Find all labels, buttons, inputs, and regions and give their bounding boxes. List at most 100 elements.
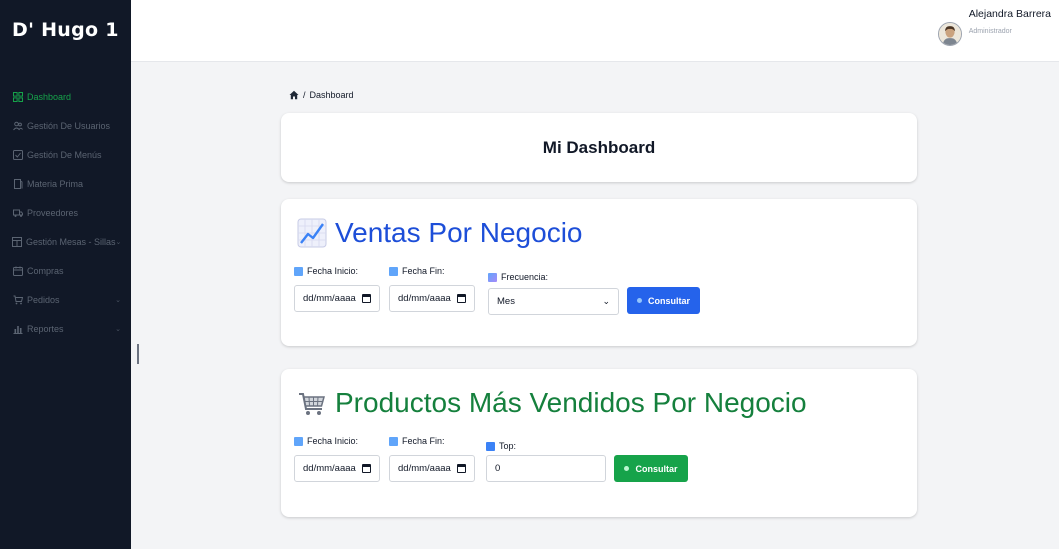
ventas-header: Ventas Por Negocio — [297, 217, 583, 249]
sidebar-item-label: Materia Prima — [27, 178, 84, 189]
sidebar-item-reportes[interactable]: Reportes ⌄ — [0, 314, 131, 343]
ventas-frecuencia-select[interactable]: Mes ⌄ — [488, 288, 619, 315]
sidebar-item-gestion-menus[interactable]: Gestión De Menús — [0, 140, 131, 169]
sidebar-item-label: Proveedores — [27, 207, 79, 218]
productos-top-label-row: Top: — [486, 440, 606, 452]
sidebar-item-dashboard[interactable]: Dashboard — [0, 82, 131, 111]
calendar-icon — [389, 436, 398, 446]
calendar-picker-icon[interactable] — [362, 464, 371, 473]
productos-top-input[interactable]: 0 — [486, 455, 606, 482]
calendar-icon — [12, 265, 23, 276]
calendar-picker-icon[interactable] — [457, 464, 466, 473]
ventas-fecha-fin-label: Fecha Fin: — [402, 266, 445, 276]
user-menu[interactable]: Alejandra Barrera Administrador — [937, 8, 1051, 46]
productos-top-field: Top: 0 — [486, 440, 606, 482]
productos-fecha-inicio-label: Fecha Inicio: — [307, 436, 359, 446]
ventas-card: Ventas Por Negocio Fecha Inicio: dd/mm/a… — [281, 199, 917, 346]
productos-fecha-fin-field: Fecha Fin: dd/mm/aaaa — [389, 435, 475, 482]
sidebar-item-gestion-mesas[interactable]: Gestión Mesas - Sillas ⌄ — [0, 227, 131, 256]
ventas-fecha-inicio-value: dd/mm/aaaa — [303, 293, 356, 304]
ventas-fecha-inicio-label: Fecha Inicio: — [307, 266, 359, 276]
numbers-icon — [486, 441, 495, 451]
chevron-down-icon: ⌄ — [602, 296, 610, 306]
bar-chart-icon — [488, 272, 497, 282]
ventas-consultar-label: Consultar — [647, 295, 690, 306]
box-icon — [12, 178, 23, 189]
sidebar-item-label: Reportes — [27, 323, 64, 334]
ventas-title: Ventas Por Negocio — [335, 217, 583, 248]
chevron-down-icon: ⌄ — [115, 296, 121, 304]
users-icon — [12, 120, 23, 131]
chevron-down-icon: ⌄ — [115, 238, 122, 246]
breadcrumb-current: Dashboard — [309, 90, 354, 100]
grid-icon — [12, 91, 23, 102]
productos-title: Productos Más Vendidos Por Negocio — [335, 387, 807, 418]
user-avatar-icon — [938, 23, 961, 45]
ventas-frecuencia-label-row: Frecuencia: — [488, 271, 619, 283]
dot-icon — [636, 298, 642, 303]
ventas-frecuencia-value: Mes — [497, 296, 515, 307]
productos-consultar-button[interactable]: Consultar — [614, 455, 688, 482]
calendar-picker-icon[interactable] — [362, 294, 371, 303]
breadcrumb-separator: / — [303, 90, 306, 100]
productos-fecha-fin-label: Fecha Fin: — [402, 436, 445, 446]
productos-consultar-label: Consultar — [635, 463, 678, 474]
chart-icon — [12, 323, 23, 334]
calendar-icon — [294, 436, 303, 446]
ventas-frecuencia-label: Frecuencia: — [501, 272, 549, 282]
productos-fecha-inicio-input[interactable]: dd/mm/aaaa — [294, 455, 380, 482]
sidebar-item-label: Compras — [27, 265, 64, 276]
sidebar-item-compras[interactable]: Compras — [0, 256, 131, 285]
dot-icon — [624, 466, 630, 471]
productos-card: Productos Más Vendidos Por Negocio Fecha… — [281, 369, 917, 517]
shopping-cart-icon — [299, 393, 325, 415]
truck-icon — [12, 207, 23, 218]
productos-fecha-inicio-value: dd/mm/aaaa — [303, 463, 356, 474]
productos-header: Productos Más Vendidos Por Negocio — [297, 387, 807, 419]
calendar-picker-icon[interactable] — [457, 294, 466, 303]
sidebar-item-materia-prima[interactable]: Materia Prima — [0, 169, 131, 198]
ventas-frecuencia-field: Frecuencia: Mes ⌄ — [488, 271, 619, 315]
ventas-fecha-inicio-input[interactable]: dd/mm/aaaa — [294, 285, 380, 312]
sidebar-item-label: Dashboard — [27, 91, 72, 102]
productos-fecha-fin-value: dd/mm/aaaa — [398, 463, 451, 474]
breadcrumb: / Dashboard — [289, 90, 354, 100]
ventas-fecha-fin-input[interactable]: dd/mm/aaaa — [389, 285, 475, 312]
productos-fecha-fin-label-row: Fecha Fin: — [389, 435, 475, 447]
sidebar-item-pedidos[interactable]: Pedidos ⌄ — [0, 285, 131, 314]
checkbox-icon — [12, 149, 23, 160]
sidebar-item-label: Pedidos — [27, 294, 60, 305]
chevron-down-icon: ⌄ — [115, 325, 121, 333]
sidebar-item-label: Gestión De Menús — [27, 149, 102, 160]
sidebar-item-gestion-usuarios[interactable]: Gestión De Usuarios — [0, 111, 131, 140]
calendar-icon — [294, 266, 303, 276]
sidebar: D' Hugo 1 Dashboard Gestión De Usuarios … — [0, 0, 131, 549]
ventas-fecha-inicio-field: Fecha Inicio: dd/mm/aaaa — [294, 265, 380, 312]
ventas-fecha-fin-field: Fecha Fin: dd/mm/aaaa — [389, 265, 475, 312]
user-name: Alejandra Barrera — [968, 8, 1051, 20]
sidebar-item-label: Gestión Mesas - Sillas — [26, 236, 116, 247]
chart-increasing-icon — [297, 218, 327, 248]
avatar[interactable] — [937, 22, 962, 46]
page-title: Mi Dashboard — [542, 137, 656, 157]
dashboard-title-card: Mi Dashboard — [281, 113, 917, 182]
ventas-fecha-inicio-label-row: Fecha Inicio: — [294, 265, 380, 277]
sidebar-resize-handle[interactable] — [137, 344, 139, 364]
table-icon — [12, 236, 22, 247]
sidebar-nav: Dashboard Gestión De Usuarios Gestión De… — [0, 82, 131, 343]
calendar-icon — [389, 266, 398, 276]
ventas-consultar-button[interactable]: Consultar — [627, 287, 700, 314]
ventas-fecha-fin-label-row: Fecha Fin: — [389, 265, 475, 277]
productos-top-label: Top: — [499, 441, 517, 451]
sidebar-item-proveedores[interactable]: Proveedores — [0, 198, 131, 227]
productos-fecha-inicio-label-row: Fecha Inicio: — [294, 435, 380, 447]
user-role: Administrador — [968, 28, 1012, 35]
productos-top-value: 0 — [495, 463, 501, 474]
ventas-fecha-fin-value: dd/mm/aaaa — [398, 293, 451, 304]
brand-title: D' Hugo 1 — [12, 19, 119, 41]
cart-icon — [12, 294, 23, 305]
top-bar: Alejandra Barrera Administrador — [131, 0, 1059, 62]
sidebar-item-label: Gestión De Usuarios — [27, 120, 111, 131]
productos-fecha-fin-input[interactable]: dd/mm/aaaa — [389, 455, 475, 482]
home-icon[interactable] — [289, 90, 299, 100]
